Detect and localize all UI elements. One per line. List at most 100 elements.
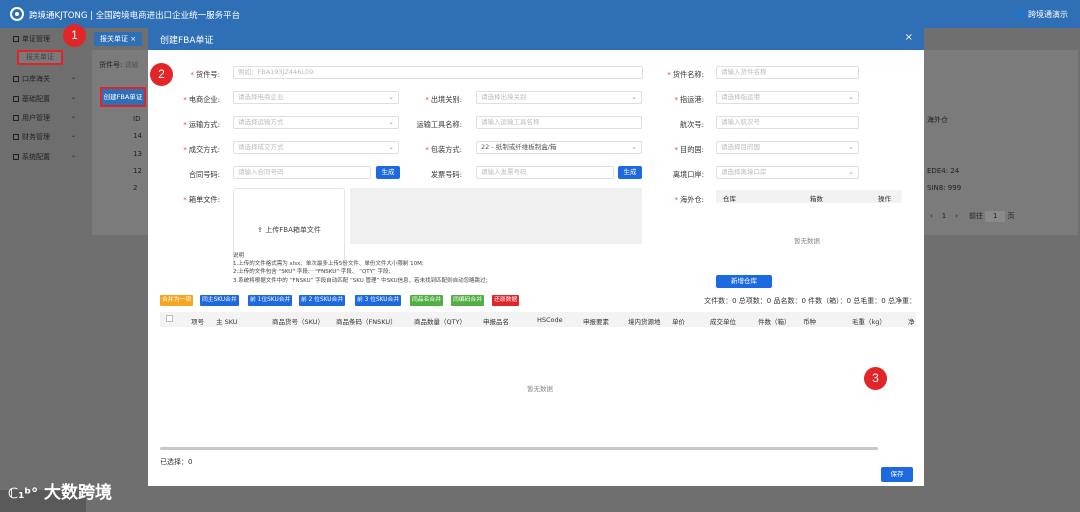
right-header: 海外仓	[927, 116, 948, 124]
create-fba-dialog: 创建FBA单证 × * 货件号: 例如：FBA193JZ446L09 * 货件名称:…	[148, 27, 924, 486]
shipment-name-label: * 货件名称:	[667, 70, 704, 79]
col-hscode: HSCode	[537, 316, 563, 324]
warehouse-table-header: 仓库 箱数 操作	[716, 190, 902, 203]
port-icon	[13, 76, 19, 82]
save-button[interactable]: 保存	[881, 467, 913, 482]
filter-label: 货件号: 请输	[99, 61, 139, 69]
annotation-badge: 2	[150, 63, 173, 86]
sidebar-item-basic-config[interactable]: 基础配置 ⌄	[13, 94, 76, 104]
transport-mode-label: * 运输方式:	[183, 120, 220, 129]
tab-customs-docs[interactable]: 报关单证 ×	[94, 32, 143, 46]
contract-input[interactable]: 请输入合同号码	[233, 166, 371, 179]
deal-mode-select[interactable]: 请选择成交方式 ⌄	[233, 141, 399, 154]
col-actions: 操作	[878, 195, 891, 203]
close-icon[interactable]: ×	[905, 32, 913, 43]
table-row[interactable]: 12	[133, 167, 142, 175]
pagination[interactable]: ‹ 1 › 前往 1 页	[930, 211, 1014, 222]
col-sku: 商品货号（SKU）	[272, 318, 324, 326]
summary-stats: 文件数：0 总项数：0 品名数：0 件数（箱）：0 总毛重：0 总净重：	[704, 297, 916, 305]
chevron-down-icon: ⌄	[848, 168, 854, 176]
selected-count: 已选择：0	[160, 458, 193, 466]
note-title: 说明	[233, 253, 245, 259]
exit-port-label: 离境口岸:	[672, 170, 704, 179]
note-line: 2.上传的文件包含 “SKU” 字段、 “FNSKU” 字段、 “QTY” 字段…	[233, 269, 391, 275]
chevron-down-icon: ⌄	[848, 143, 854, 151]
vehicle-name-input[interactable]: 请输入运输工具名称	[476, 116, 642, 129]
merge-main-sku-button[interactable]: 同主SKU合并	[200, 295, 239, 306]
note-line: 3.系统将根据文件中的 “FNSKU” 字段自动匹配 “SKU 管理” 中SKU…	[233, 278, 488, 284]
dialog-title: 创建FBA单证	[160, 36, 214, 46]
chevron-down-icon: ⌄	[71, 113, 77, 120]
col-boxes: 件数（箱）	[758, 318, 791, 326]
add-warehouse-button[interactable]: 新增仓库	[716, 275, 772, 288]
ecommerce-select[interactable]: 请选择电商企业 ⌄	[233, 91, 399, 104]
right-value: EDE4: 24	[927, 167, 960, 175]
merge-same-name-button[interactable]: 同品名合并	[410, 295, 443, 306]
col-declared-name: 申报品名	[483, 318, 509, 326]
chevron-down-icon: ⌄	[848, 93, 854, 101]
id-header: ID	[133, 115, 141, 123]
transport-mode-select[interactable]: 请选择运输方式 ⌄	[233, 116, 399, 129]
warehouse-label: * 海外仓:	[674, 195, 704, 204]
invoice-label: 发票号码:	[430, 170, 462, 179]
upload-icon: ⇪	[257, 226, 263, 234]
horizontal-scrollbar[interactable]	[160, 447, 878, 450]
merge-first-3-button[interactable]: 前 3 位SKU合并	[355, 295, 402, 306]
dialog-header: 创建FBA单证 ×	[148, 27, 924, 50]
contract-label: 合同号码:	[188, 170, 220, 179]
app-title: 跨境通KJTONG | 全国跨境电商进出口企业统一服务平台	[29, 11, 241, 21]
exit-customs-select[interactable]: 请选择出境关别 ⌄	[476, 91, 642, 104]
merge-first-1-button[interactable]: 前 1位SKU合并	[248, 295, 293, 306]
col-boxes: 箱数	[810, 195, 823, 203]
col-gross-weight: 毛重（kg）	[852, 318, 886, 326]
note-line: 1.上传的文件格式需为 xlsx、单次最多上传5份文件、单份文件大小限制 10M…	[233, 261, 424, 267]
col-origin: 境内货源地	[628, 318, 661, 326]
items-empty: 暂无数据	[527, 385, 553, 393]
voyage-input[interactable]: 请输入航次号	[716, 116, 859, 129]
exit-port-select[interactable]: 请选择离境口岸 ⌄	[716, 166, 859, 179]
packing-label: * 包装方式:	[425, 145, 462, 154]
merge-same-code-button[interactable]: 同编码合并	[451, 295, 484, 306]
sidebar-item-user-mgmt[interactable]: 用户管理 ⌄	[13, 113, 76, 123]
shipment-no-input[interactable]: 例如：FBA193JZ446L09	[233, 66, 643, 79]
sidebar-item-finance[interactable]: 财务管理 ⌄	[13, 132, 76, 142]
invoice-input[interactable]: 请输入发票号码	[476, 166, 614, 179]
document-icon	[13, 36, 19, 42]
shipment-name-input[interactable]: 请输入货件名称	[716, 66, 859, 79]
box-file-label: * 箱单文件:	[183, 195, 220, 204]
user-icon	[13, 115, 19, 121]
col-unit-price: 单价	[672, 318, 685, 326]
chevron-down-icon: ⌄	[71, 74, 77, 81]
select-all-checkbox[interactable]	[166, 315, 173, 322]
top-bar: 跨境通KJTONG | 全国跨境电商进出口企业统一服务平台 👤 跨境通演示	[0, 0, 1080, 28]
user-menu[interactable]: 👤 跨境通演示	[1015, 9, 1068, 20]
col-deal-unit: 成交单位	[710, 318, 736, 326]
restore-data-button[interactable]: 还原数据	[492, 295, 520, 306]
logo-icon	[10, 7, 24, 21]
deal-mode-label: * 成交方式:	[183, 145, 220, 154]
create-fba-button[interactable]: 创建FBA单证	[100, 87, 146, 107]
user-icon: 👤	[1015, 10, 1026, 19]
table-row[interactable]: 14	[133, 132, 142, 140]
warehouse-empty: 暂无数据	[794, 237, 820, 245]
annotation-badge: 3	[864, 367, 887, 390]
col-main-sku: 主 SKU	[216, 318, 238, 326]
merge-first-2-button[interactable]: 前 2 位SKU合并	[299, 295, 346, 306]
sidebar-item-port-customs[interactable]: 口岸海关 ⌄	[13, 74, 76, 84]
sidebar-subitem-customs-docs[interactable]: 报关单证	[17, 50, 63, 65]
merge-all-button[interactable]: 合并为一项	[160, 295, 193, 306]
port-label: * 指运港:	[674, 95, 704, 104]
annotation-badge: 1	[63, 24, 86, 47]
sidebar-item-documents[interactable]: 单证管理	[13, 34, 50, 44]
port-select[interactable]: 请选择指运港 ⌄	[716, 91, 859, 104]
col-warehouse: 仓库	[723, 195, 736, 203]
right-value: SIN8: 999	[927, 184, 962, 192]
file-list-area	[350, 188, 642, 244]
col-elements: 申报要素	[583, 318, 609, 326]
table-row[interactable]: 13	[133, 150, 142, 158]
col-qty: 商品数量（QTY）	[414, 318, 467, 326]
sidebar-item-system-config[interactable]: 系统配置 ⌄	[13, 152, 76, 162]
table-row[interactable]: 2	[133, 184, 137, 192]
destination-select[interactable]: 请选择目的国 ⌄	[716, 141, 859, 154]
packing-select[interactable]: 22 - 纸制或纤维板制盒/箱 ⌄	[476, 141, 642, 154]
